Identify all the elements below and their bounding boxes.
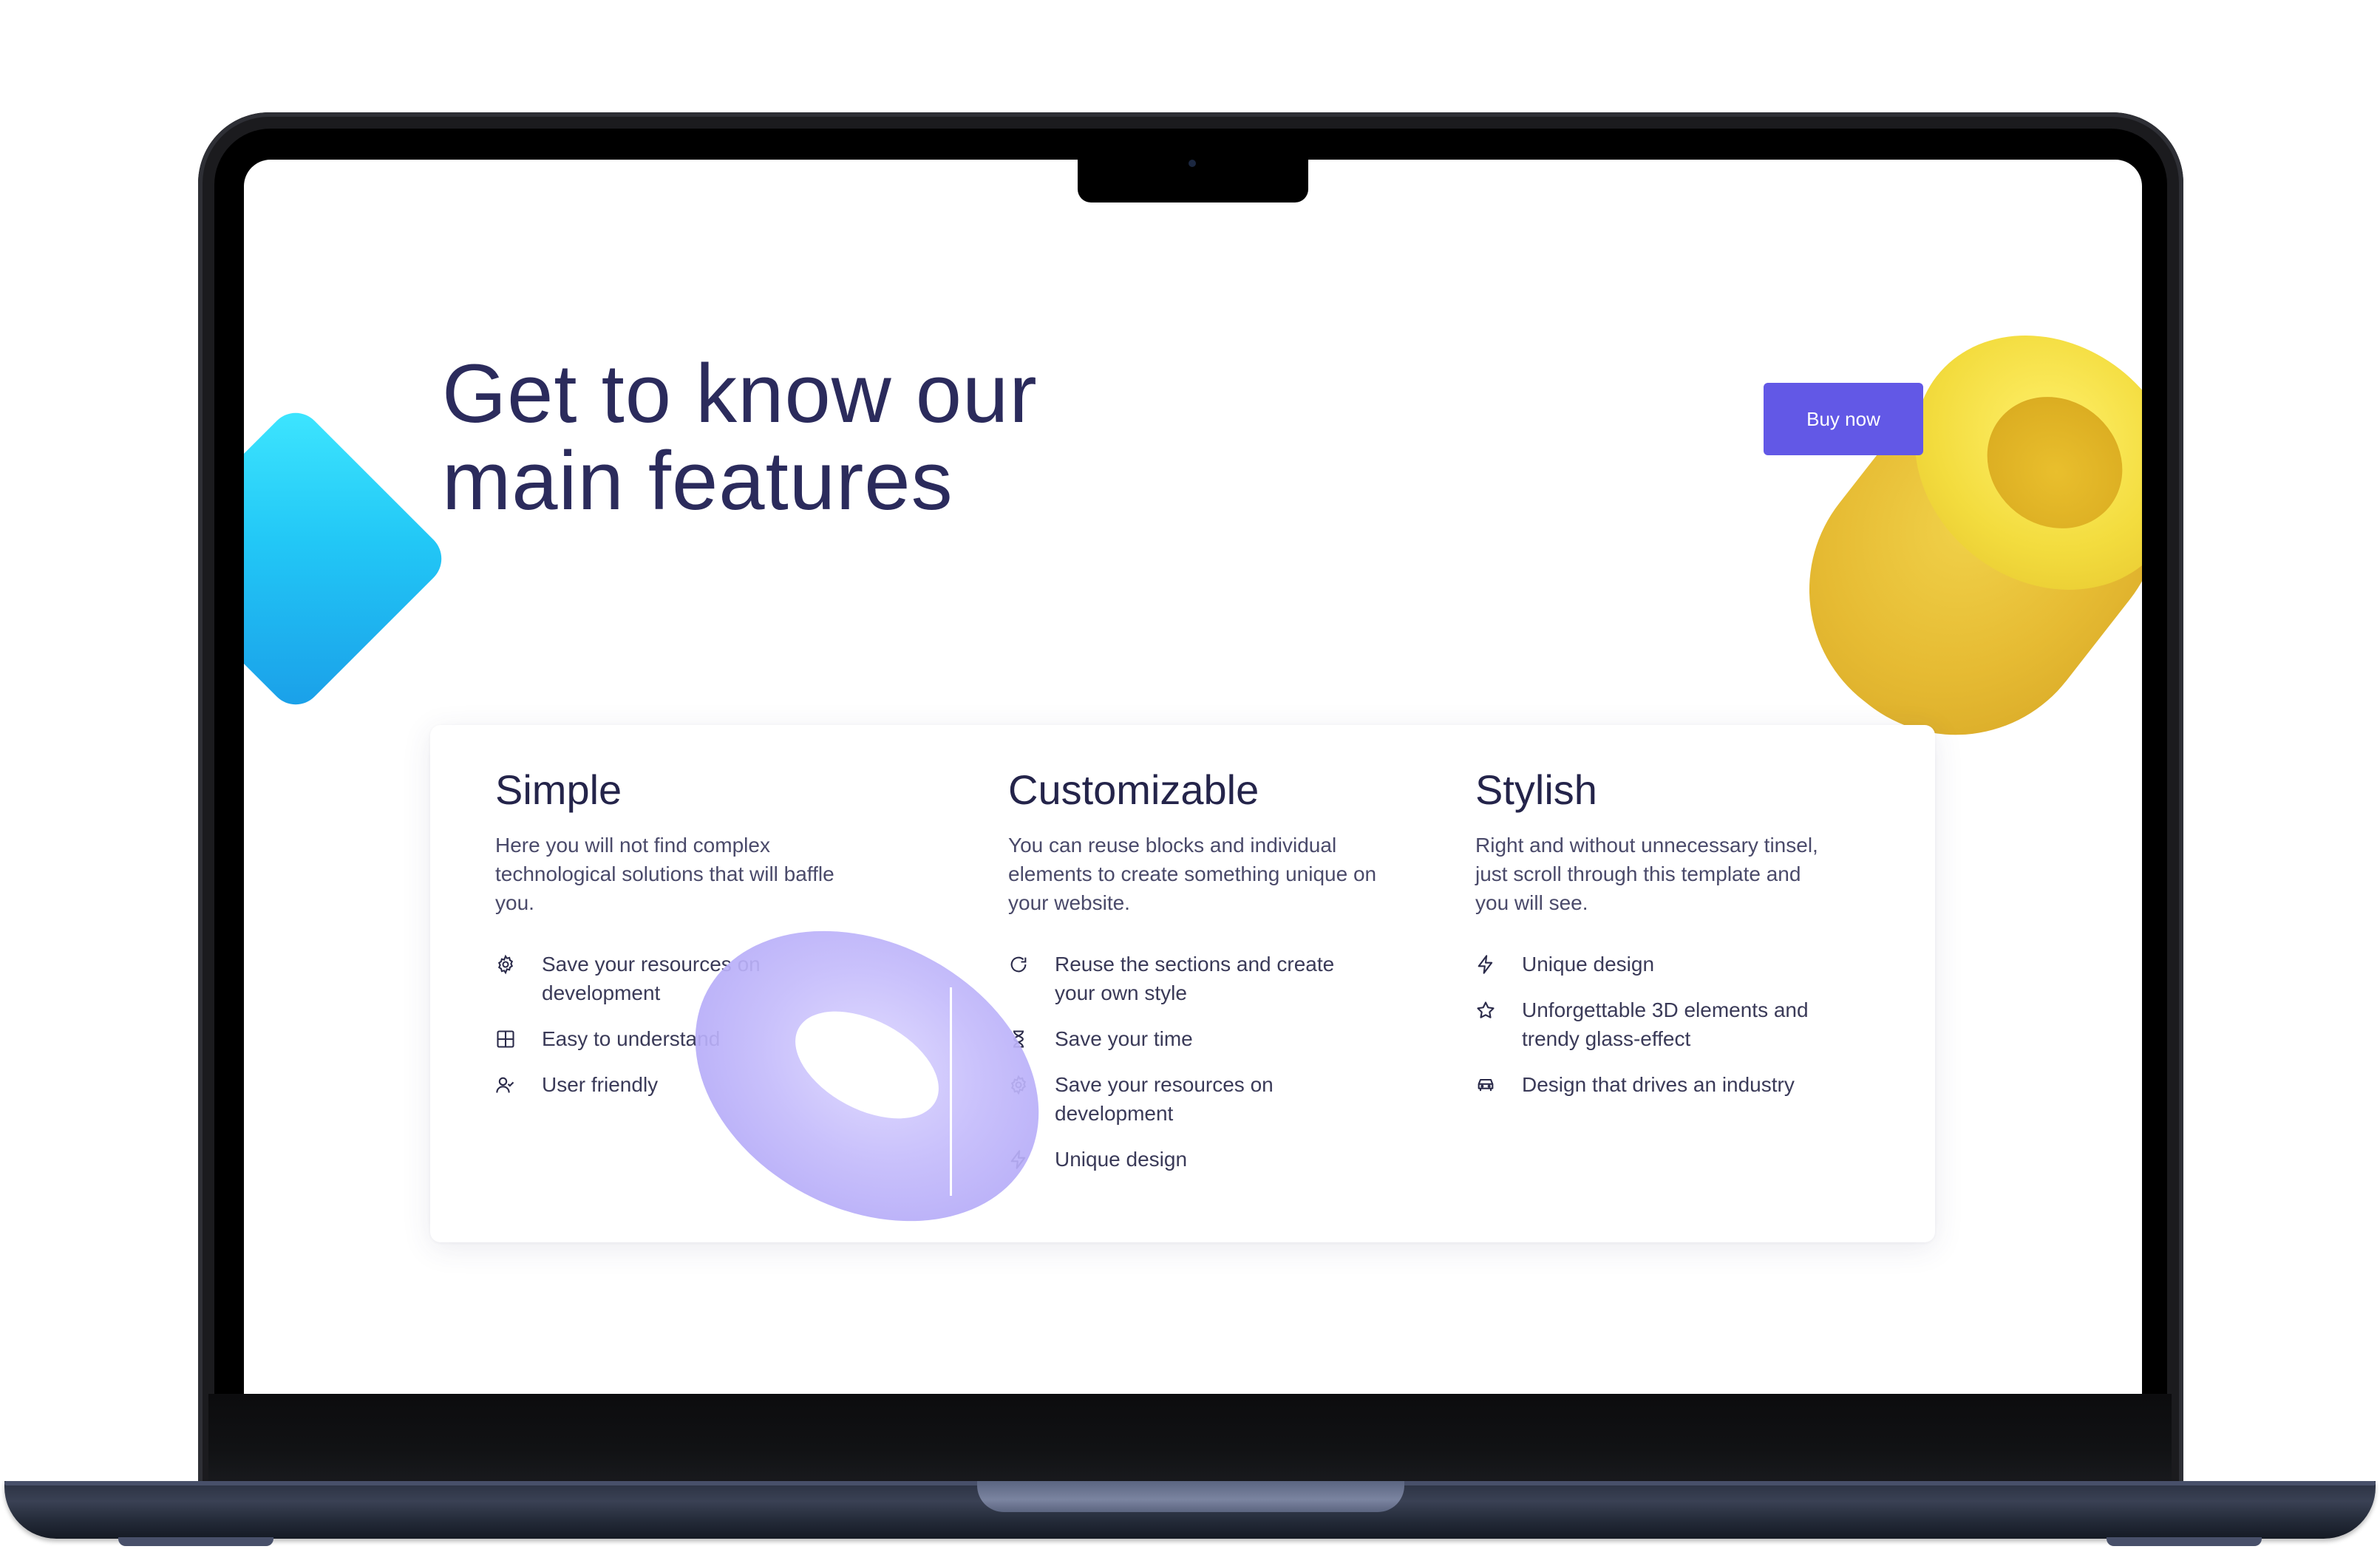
feature-heading: Stylish (1475, 766, 1597, 813)
feature-description: You can reuse blocks and individual elem… (1008, 834, 1377, 914)
list-item-text: Unique design (1522, 953, 1655, 976)
list-item-text: Design that drives an industry (1522, 1073, 1795, 1096)
feature-list: Reuse the sections and create your own s… (1008, 950, 1378, 1174)
list-item-text: Easy to understand (542, 1027, 721, 1050)
camera-lens (1189, 160, 1196, 167)
star-icon (1475, 1000, 1496, 1021)
feature-column-stylish: Stylish Right and without unnecessary ti… (1475, 766, 1832, 1116)
user-check-icon (495, 1075, 516, 1095)
list-item: Save your time (1008, 1024, 1365, 1053)
refresh-icon (1008, 954, 1029, 975)
laptop-chin (208, 1394, 2172, 1487)
list-item-text: User friendly (542, 1073, 659, 1096)
list-item: Design that drives an industry (1475, 1070, 1832, 1099)
list-item-text: Save your time (1055, 1027, 1193, 1050)
list-item-text: Save your resources on development (1055, 1073, 1274, 1125)
laptop-foot-right (2107, 1537, 2262, 1546)
laptop-foot-left (118, 1537, 273, 1546)
page-title: Get to know our main features (442, 347, 1038, 527)
list-item-text: Reuse the sections and create your own s… (1055, 953, 1335, 1004)
buy-now-button[interactable]: Buy now (1764, 383, 1923, 455)
glass-edge-line (950, 987, 952, 1196)
bolt-icon (1475, 954, 1496, 975)
list-item-text: Unique design (1055, 1148, 1188, 1171)
list-item-text: Unforgettable 3D elements and trendy gla… (1522, 998, 1809, 1050)
feature-column-customizable: Customizable You can reuse blocks and in… (1008, 766, 1378, 1191)
list-item: Reuse the sections and create your own s… (1008, 950, 1365, 1007)
feature-description: Here you will not find complex technolog… (495, 834, 834, 914)
feature-description: Right and without unnecessary tinsel, ju… (1475, 834, 1818, 914)
features-card: Simple Here you will not find complex te… (430, 725, 1935, 1242)
grid-icon (495, 1029, 516, 1049)
car-icon (1475, 1075, 1496, 1095)
list-item: Unique design (1008, 1145, 1365, 1174)
feature-list: Unique design Unforgettable 3D elements … (1475, 950, 1832, 1099)
screen: Get to know our main features Buy now Si… (244, 160, 2142, 1394)
gear-icon (495, 954, 516, 975)
laptop-hinge-notch (977, 1481, 1404, 1512)
list-item: Unique design (1475, 950, 1832, 978)
yellow-cylinder-decoration (1730, 248, 2142, 792)
list-item: Unforgettable 3D elements and trendy gla… (1475, 995, 1832, 1053)
list-item: Save your resources on development (1008, 1070, 1365, 1128)
feature-heading: Simple (495, 766, 622, 813)
cyan-cube-decoration (244, 401, 453, 716)
feature-heading: Customizable (1008, 766, 1259, 813)
